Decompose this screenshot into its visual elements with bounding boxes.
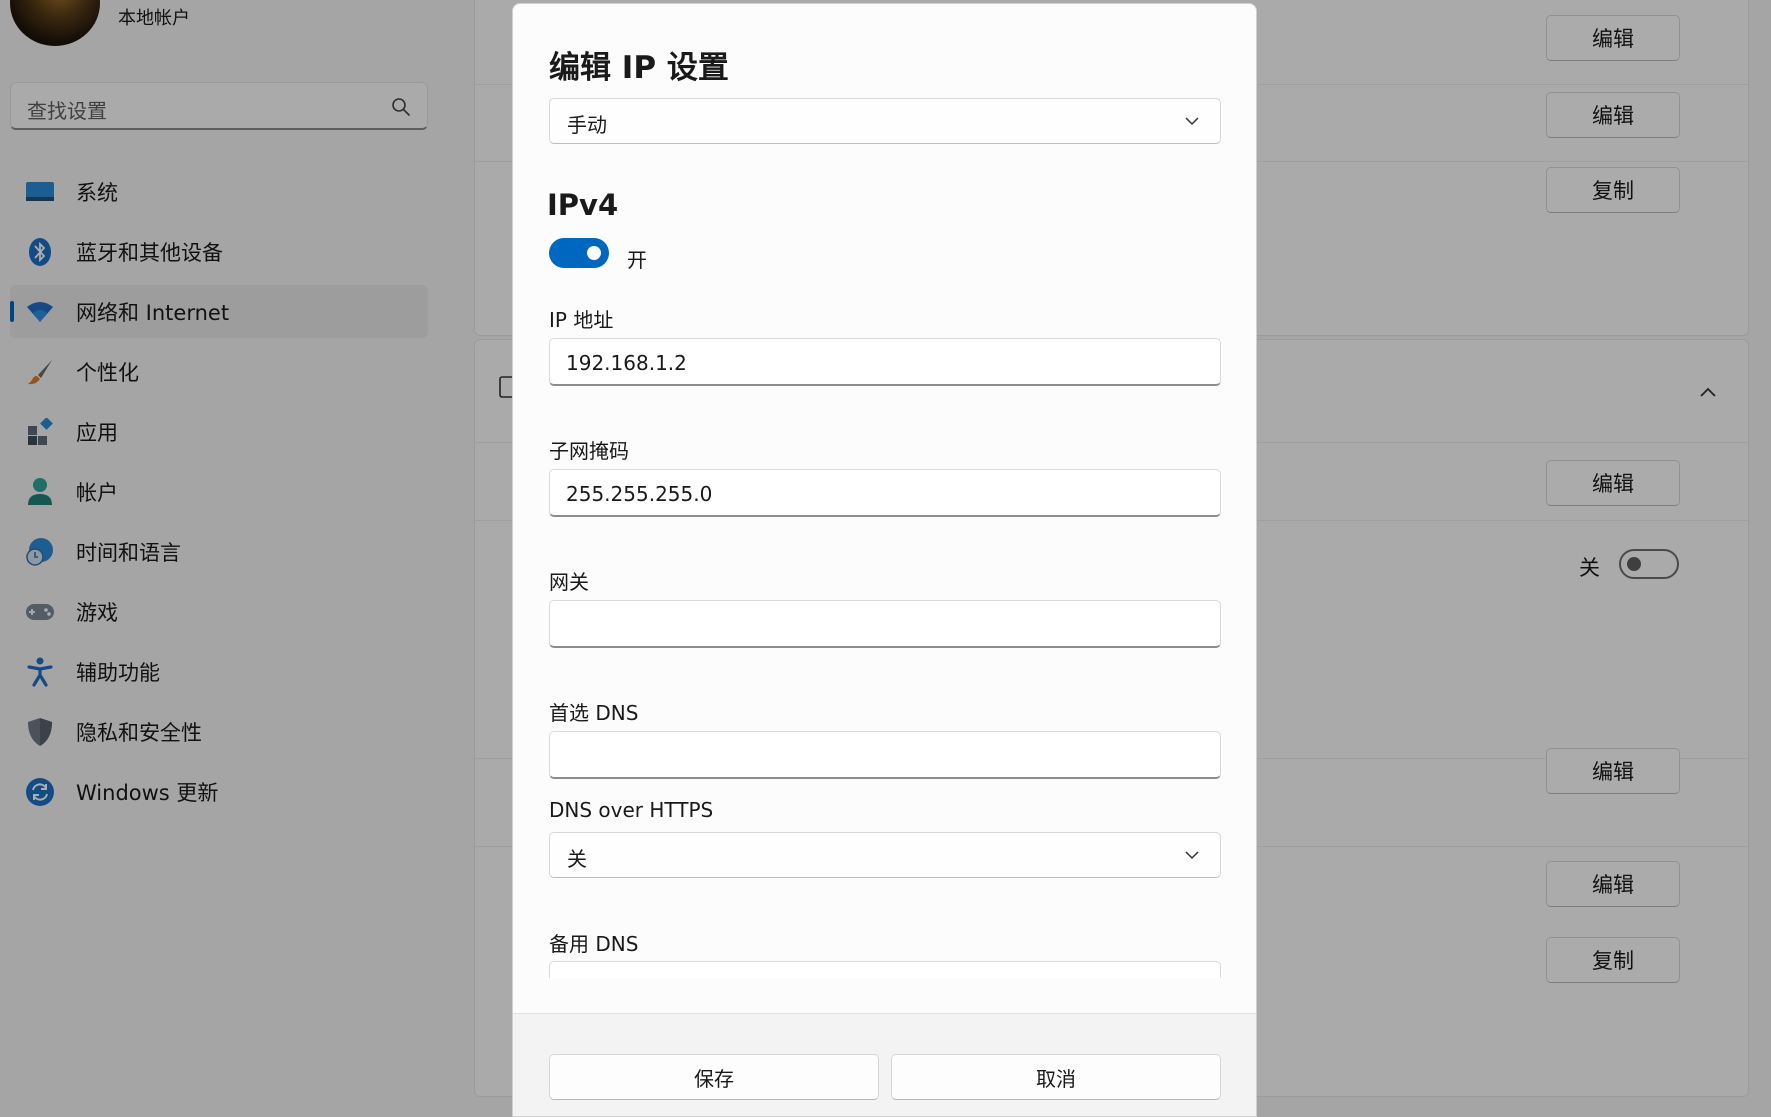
chevron-down-icon bbox=[1185, 117, 1199, 126]
gateway-label: 网关 bbox=[549, 570, 589, 594]
preferred-dns-label: 首选 DNS bbox=[549, 701, 639, 725]
dialog-body: 编辑 IP 设置 手动 IPv4 开 IP 地址 192.168.1.2 子网掩… bbox=[513, 4, 1256, 978]
subnet-mask-label: 子网掩码 bbox=[549, 439, 629, 463]
dns-over-https-dropdown[interactable]: 关 bbox=[549, 832, 1221, 878]
subnet-mask-value: 255.255.255.0 bbox=[566, 482, 713, 506]
dialog-title: 编辑 IP 设置 bbox=[549, 50, 729, 86]
ipv4-toggle[interactable] bbox=[549, 238, 609, 268]
ip-address-label: IP 地址 bbox=[549, 308, 614, 332]
dns-over-https-value: 关 bbox=[567, 847, 587, 871]
edit-ip-dialog: 编辑 IP 设置 手动 IPv4 开 IP 地址 192.168.1.2 子网掩… bbox=[512, 3, 1257, 1117]
save-button[interactable]: 保存 bbox=[549, 1054, 879, 1100]
ip-mode-dropdown[interactable]: 手动 bbox=[549, 98, 1221, 144]
preferred-dns-field[interactable] bbox=[549, 731, 1221, 779]
dialog-footer: 保存 取消 bbox=[513, 1013, 1256, 1116]
ip-address-field[interactable]: 192.168.1.2 bbox=[549, 338, 1221, 386]
gateway-field[interactable] bbox=[549, 600, 1221, 648]
subnet-mask-field[interactable]: 255.255.255.0 bbox=[549, 469, 1221, 517]
dialog-body-edge bbox=[513, 978, 1256, 1013]
dns-over-https-label: DNS over HTTPS bbox=[549, 798, 714, 822]
alternate-dns-label: 备用 DNS bbox=[549, 932, 639, 956]
chevron-down-icon bbox=[1185, 851, 1199, 860]
ip-address-value: 192.168.1.2 bbox=[566, 351, 687, 375]
ip-mode-value: 手动 bbox=[567, 113, 607, 137]
ipv4-heading: IPv4 bbox=[547, 188, 619, 222]
ipv4-toggle-label: 开 bbox=[627, 248, 647, 272]
alternate-dns-field[interactable] bbox=[549, 961, 1221, 978]
cancel-button[interactable]: 取消 bbox=[891, 1054, 1221, 1100]
